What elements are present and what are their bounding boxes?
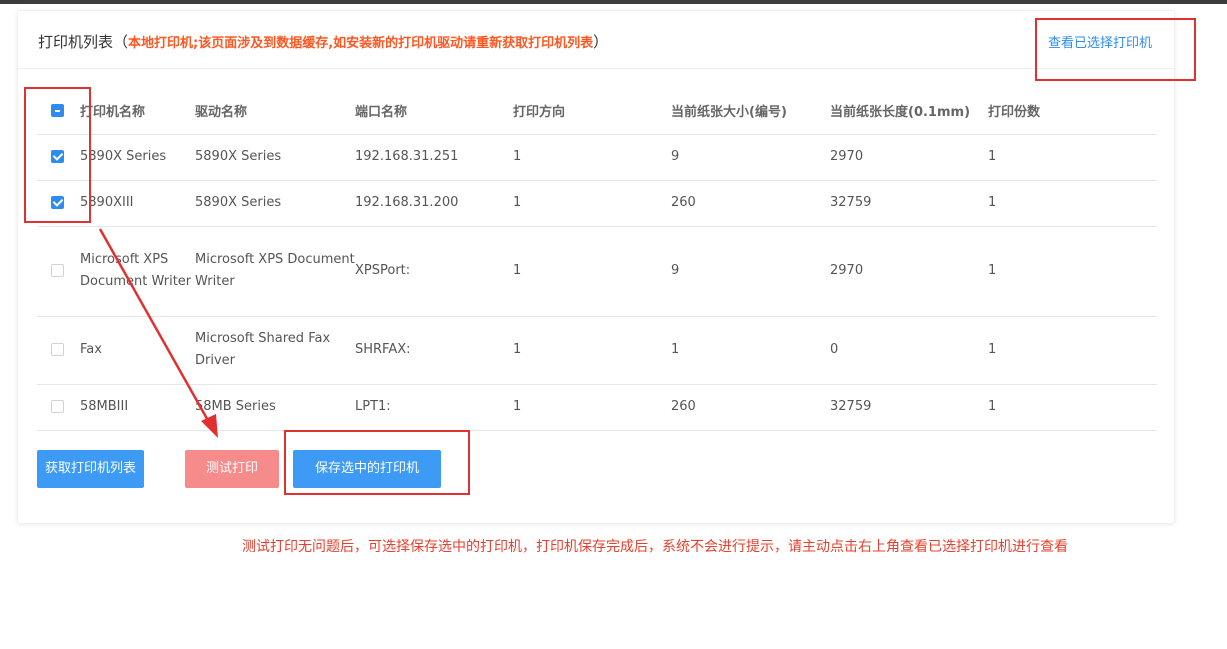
table-header-row: 打印机名称 驱动名称 端口名称 打印方向 当前纸张大小(编号) 当前纸张长度(0… <box>37 88 1157 135</box>
copies: 1 <box>988 180 1157 227</box>
copies: 1 <box>988 316 1157 385</box>
column-header: 打印方向 <box>513 88 671 135</box>
column-header: 当前纸张大小(编号) <box>671 88 830 135</box>
paper-length: 32759 <box>830 384 988 431</box>
driver-name: 5890X Series <box>195 180 355 227</box>
port-name: LPT1: <box>355 384 513 431</box>
copies: 1 <box>988 134 1157 181</box>
paper-length: 32759 <box>830 180 988 227</box>
column-header: 驱动名称 <box>195 88 355 135</box>
copies: 1 <box>988 226 1157 317</box>
table-row[interactable]: Fax Microsoft Shared Fax Driver SHRFAX: … <box>37 316 1157 385</box>
annotation-box-checkboxes <box>24 87 91 223</box>
title-text: 打印机列表 <box>38 33 114 51</box>
row-checkbox[interactable] <box>51 400 64 413</box>
paper-size: 260 <box>671 384 830 431</box>
print-direction: 1 <box>513 316 671 385</box>
print-direction: 1 <box>513 226 671 317</box>
printer-name: Microsoft XPS Document Writer <box>80 226 195 317</box>
top-bar <box>0 0 1227 4</box>
printer-name: 58MBIII <box>80 384 195 431</box>
row-checkbox[interactable] <box>51 264 64 277</box>
card-header: 打印机列表（本地打印机;该页面涉及到数据缓存,如安装新的打印机驱动请重新获取打印… <box>18 11 1174 69</box>
port-name: 192.168.31.251 <box>355 134 513 181</box>
printer-name: 5890X Series <box>80 134 195 181</box>
instruction-hint: 测试打印无问题后，可选择保存选中的打印机，打印机保存完成后，系统不会进行提示，请… <box>242 539 1068 555</box>
cache-warning: 本地打印机;该页面涉及到数据缓存,如安装新的打印机驱动请重新获取打印机列表 <box>128 36 594 51</box>
paper-size: 260 <box>671 180 830 227</box>
table-row[interactable]: 5890XIII 5890X Series 192.168.31.200 1 2… <box>37 180 1157 227</box>
print-direction: 1 <box>513 180 671 227</box>
driver-name: 58MB Series <box>195 384 355 431</box>
table-row[interactable]: 58MBIII 58MB Series LPT1: 1 260 32759 1 <box>37 384 1157 431</box>
title-paren-close: ） <box>593 33 609 51</box>
column-header: 打印份数 <box>988 88 1157 135</box>
paper-length: 2970 <box>830 226 988 317</box>
row-checkbox-cell <box>37 226 80 317</box>
table-row[interactable]: Microsoft XPS Document Writer Microsoft … <box>37 226 1157 317</box>
paper-size: 9 <box>671 134 830 181</box>
table-row[interactable]: 5890X Series 5890X Series 192.168.31.251… <box>37 134 1157 181</box>
port-name: SHRFAX: <box>355 316 513 385</box>
column-header: 当前纸张长度(0.1mm) <box>830 88 988 135</box>
paper-size: 1 <box>671 316 830 385</box>
driver-name: Microsoft Shared Fax Driver <box>195 316 355 385</box>
annotation-box-view-link <box>1035 18 1196 81</box>
print-direction: 1 <box>513 384 671 431</box>
driver-name: 5890X Series <box>195 134 355 181</box>
printer-name: Fax <box>80 316 195 385</box>
driver-name: Microsoft XPS Document Writer <box>195 226 355 317</box>
card-title: 打印机列表（本地打印机;该页面涉及到数据缓存,如安装新的打印机驱动请重新获取打印… <box>38 31 608 52</box>
port-name: 192.168.31.200 <box>355 180 513 227</box>
print-direction: 1 <box>513 134 671 181</box>
title-paren-open: （ <box>113 33 129 51</box>
paper-length: 2970 <box>830 134 988 181</box>
port-name: XPSPort: <box>355 226 513 317</box>
column-header: 打印机名称 <box>80 88 195 135</box>
paper-size: 9 <box>671 226 830 317</box>
row-checkbox-cell <box>37 384 80 431</box>
copies: 1 <box>988 384 1157 431</box>
paper-length: 0 <box>830 316 988 385</box>
printer-table: 打印机名称 驱动名称 端口名称 打印方向 当前纸张大小(编号) 当前纸张长度(0… <box>37 88 1157 431</box>
printer-name: 5890XIII <box>80 180 195 227</box>
test-print-button[interactable]: 测试打印 <box>185 450 279 488</box>
fetch-printer-list-button[interactable]: 获取打印机列表 <box>37 450 144 488</box>
annotation-box-save-button <box>284 430 470 495</box>
row-checkbox-cell <box>37 316 80 385</box>
printer-list-card: 打印机列表（本地打印机;该页面涉及到数据缓存,如安装新的打印机驱动请重新获取打印… <box>17 10 1175 524</box>
column-header: 端口名称 <box>355 88 513 135</box>
row-checkbox[interactable] <box>51 343 64 356</box>
